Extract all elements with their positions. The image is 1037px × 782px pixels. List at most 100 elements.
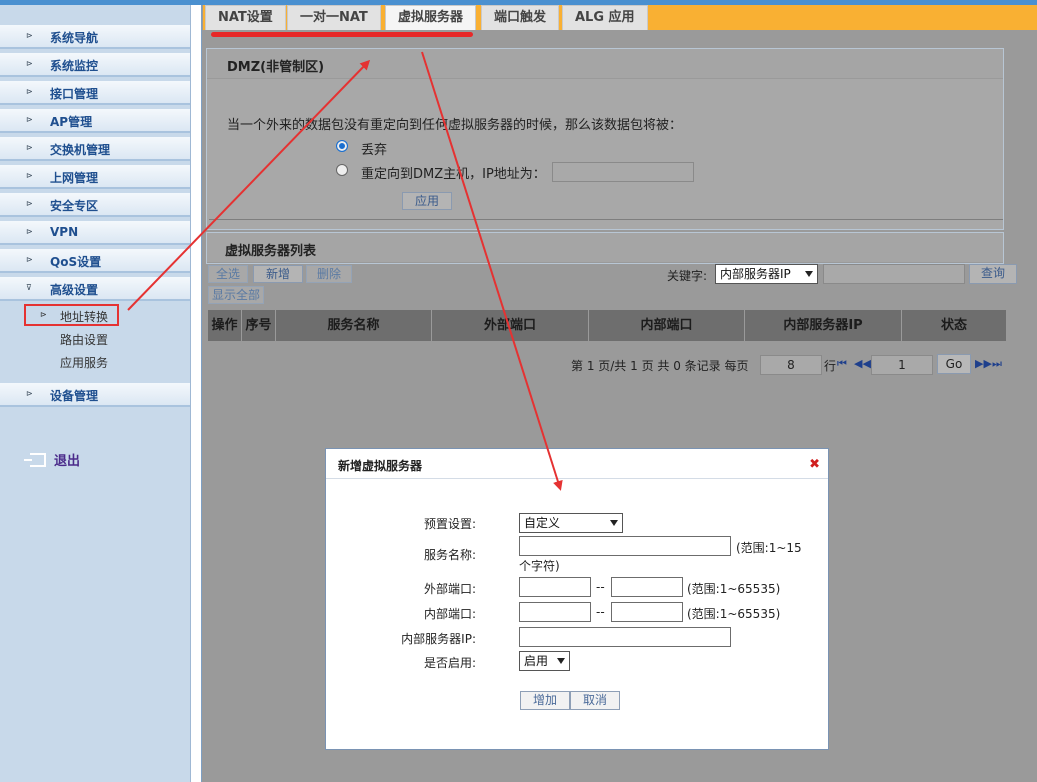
service-name-input[interactable] <box>519 536 731 556</box>
select-all-button[interactable]: 全选 <box>208 265 248 283</box>
page-input[interactable]: 1 <box>871 355 933 375</box>
sidebar-item-label: 上网管理 <box>50 171 99 185</box>
radio-redirect-dmz[interactable] <box>336 164 348 176</box>
radio-redirect-label: 重定向到DMZ主机，IP地址为： <box>361 167 546 182</box>
sidebar-item-label: 系统导航 <box>50 31 99 45</box>
vs-list-title: 虚拟服务器列表 <box>225 244 317 259</box>
show-all-button[interactable]: 显示全部 <box>208 286 264 304</box>
int-port-separator: -- <box>596 605 605 619</box>
sidebar-item-switch[interactable]: ⊳ 交换机管理 <box>0 137 190 161</box>
annotation-highlight-box <box>24 304 119 326</box>
sidebar-item-system-nav[interactable]: ⊳ 系统导航 <box>0 25 190 49</box>
sidebar-item-system-monitor[interactable]: ⊳ 系统监控 <box>0 53 190 77</box>
ext-port-label: 外部端口: <box>423 582 476 596</box>
radio-drop[interactable] <box>336 140 348 152</box>
divider <box>209 219 1003 220</box>
sidebar-item-label: VPN <box>50 225 79 239</box>
expand-arrow-icon: ⊳ <box>26 255 33 264</box>
dialog-title: 新增虚拟服务器 <box>338 459 423 473</box>
vs-list-header: 虚拟服务器列表 <box>207 233 1003 263</box>
expand-arrow-icon: ⊳ <box>26 59 33 68</box>
preset-select[interactable]: 自定义 <box>519 513 623 533</box>
preset-select-value: 自定义 <box>524 516 561 530</box>
int-port-label: 内部端口: <box>423 607 476 621</box>
dialog-add-button[interactable]: 增加 <box>520 691 570 710</box>
rows-suffix: 行 <box>824 359 837 373</box>
server-ip-label: 内部服务器IP: <box>401 632 476 646</box>
close-icon[interactable]: ✖ <box>809 457 820 472</box>
radio-drop-label: 丢弃 <box>361 143 388 158</box>
first-page-icon[interactable]: ⏮ <box>837 357 847 371</box>
dialog-cancel-button[interactable]: 取消 <box>570 691 620 710</box>
per-page-input[interactable]: 8 <box>760 355 822 375</box>
server-ip-input[interactable] <box>519 627 731 647</box>
int-port-end-input[interactable] <box>611 602 683 622</box>
sidebar-item-ap[interactable]: ⊳ AP管理 <box>0 109 190 133</box>
sidebar-subitem-routing[interactable]: 路由设置 <box>60 331 108 348</box>
logout-link[interactable]: 退出 <box>24 450 80 469</box>
ext-port-hint: (范围:1~65535) <box>687 582 781 596</box>
column-header: 服务名称 <box>276 310 432 341</box>
collapse-arrow-icon: ⊽ <box>26 283 32 292</box>
sidebar-item-label: 安全专区 <box>50 199 99 213</box>
sidebar-gutter <box>190 5 201 782</box>
keyword-select-value: 内部服务器IP <box>720 267 791 281</box>
tab-virtual-server[interactable]: 虚拟服务器 <box>385 5 477 30</box>
column-header: 状态 <box>940 318 967 333</box>
keyword-input[interactable] <box>823 264 965 284</box>
column-header: 序号 <box>242 310 276 341</box>
sidebar-item-vpn[interactable]: ⊳ VPN <box>0 221 190 245</box>
sidebar-item-qos[interactable]: ⊳ QoS设置 <box>0 249 190 273</box>
tab-one-to-one-nat[interactable]: 一对一NAT <box>287 5 381 30</box>
dmz-ip-input[interactable] <box>552 162 694 182</box>
prev-page-icon[interactable]: ◀◀ <box>854 357 871 370</box>
sidebar-item-internet[interactable]: ⊳ 上网管理 <box>0 165 190 189</box>
int-port-start-input[interactable] <box>519 602 591 622</box>
sidebar-item-advanced[interactable]: ⊽ 高级设置 <box>0 277 190 301</box>
go-button[interactable]: Go <box>937 354 971 374</box>
ext-port-start-input[interactable] <box>519 577 591 597</box>
sidebar-item-security[interactable]: ⊳ 安全专区 <box>0 193 190 217</box>
ext-port-end-input[interactable] <box>611 577 683 597</box>
dmz-panel: DMZ(非管制区) 当一个外来的数据包没有重定向到任何虚拟服务器的时候，那么该数… <box>206 48 1004 230</box>
int-port-hint: (范围:1~65535) <box>687 607 781 621</box>
service-name-hint: (范围:1~15 <box>736 541 802 555</box>
preset-label: 预置设置: <box>423 517 476 531</box>
search-button[interactable]: 查询 <box>969 264 1017 284</box>
dmz-panel-header: DMZ(非管制区) <box>207 49 1003 79</box>
column-header: 内部服务器IP <box>745 310 902 341</box>
dmz-title: DMZ(非管制区) <box>227 60 325 75</box>
next-page-icon[interactable]: ▶▶ <box>975 357 992 370</box>
add-button[interactable]: 新增 <box>253 265 303 283</box>
chevron-down-icon <box>610 520 618 526</box>
last-page-icon[interactable]: ⏭ <box>992 357 1002 371</box>
tab-nat-settings[interactable]: NAT设置 <box>205 5 286 30</box>
add-virtual-server-dialog: 新增虚拟服务器 ✖ 预置设置: 自定义 服务名称: (范围:1~15 个字符) … <box>325 448 829 750</box>
service-name-label: 服务名称: <box>423 548 476 562</box>
sidebar-item-label: AP管理 <box>50 115 93 129</box>
delete-button[interactable]: 删除 <box>306 265 352 283</box>
table-header: 操作 序号 服务名称 外部端口 内部端口 内部服务器IP 状态 <box>208 310 1006 341</box>
column-header: 内部端口 <box>589 310 745 341</box>
tab-alg[interactable]: ALG 应用 <box>562 5 648 30</box>
sidebar-item-label: 设备管理 <box>50 389 99 403</box>
dialog-header: 新增虚拟服务器 ✖ <box>326 449 828 479</box>
pagination-summary: 第 1 页/共 1 页 共 0 条记录 每页 <box>571 359 749 373</box>
expand-arrow-icon: ⊳ <box>26 389 33 398</box>
column-header: 外部端口 <box>432 310 589 341</box>
sidebar-subitem-app-service[interactable]: 应用服务 <box>60 354 108 371</box>
enable-select-value: 启用 <box>524 654 549 668</box>
keyword-select[interactable]: 内部服务器IP <box>715 264 818 284</box>
sidebar-item-device-mgmt[interactable]: ⊳ 设备管理 <box>0 383 190 407</box>
sidebar-item-label: 交换机管理 <box>50 143 111 157</box>
annotation-underline <box>211 32 473 37</box>
enable-select[interactable]: 启用 <box>519 651 570 671</box>
expand-arrow-icon: ⊳ <box>26 143 33 152</box>
expand-arrow-icon: ⊳ <box>26 115 33 124</box>
sidebar-item-interface[interactable]: ⊳ 接口管理 <box>0 81 190 105</box>
sidebar-item-label: QoS设置 <box>50 255 102 269</box>
dmz-apply-button[interactable]: 应用 <box>402 192 452 210</box>
ext-port-separator: -- <box>596 580 605 594</box>
tab-bar: NAT设置 一对一NAT 虚拟服务器 端口触发 ALG 应用 <box>203 5 1037 30</box>
tab-port-trigger[interactable]: 端口触发 <box>481 5 560 30</box>
